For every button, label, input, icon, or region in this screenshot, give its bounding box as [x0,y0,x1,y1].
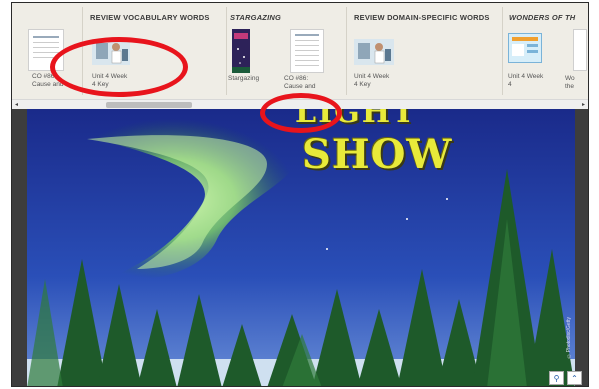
worksheet-icon [295,34,319,66]
group-header-wonders: WONDERS OF TH [509,13,576,22]
resource-caption[interactable]: Wo the [565,75,575,91]
viewer-controls: ⚲ ⌃ [549,371,582,385]
photo-credit: ©Photodisc/Getty [566,316,572,358]
group-header-stargazing: STARGAZING [230,13,282,22]
resource-thumbnail[interactable] [508,33,542,63]
book-title: SHOW [302,131,453,178]
resource-thumbnail[interactable] [573,29,587,71]
resource-caption[interactable]: Stargazing [228,75,259,83]
scroll-right-arrow-icon[interactable]: ▸ [582,101,585,108]
resource-caption[interactable]: CO #86: Cause and [284,75,315,91]
resource-caption[interactable]: Unit 4 Week 4 [508,73,543,89]
annotation-circle-scrollbar [260,93,342,133]
book-cover-icon [232,29,250,73]
group-header-review-domain-words: REVIEW DOMAIN-SPECIFIC WORDS [354,13,490,22]
presentation-icon [512,37,538,56]
resource-thumbnail[interactable] [290,29,324,73]
resource-thumbnail[interactable] [354,29,394,69]
annotation-circle-vocabulary [50,37,188,97]
group-divider [226,7,227,95]
book-viewer: LIGHT SHOW ©Photodisc/Getty ⚲ ⌃ [12,109,588,386]
group-divider [502,7,503,95]
book-cover-page: LIGHT SHOW ©Photodisc/Getty [27,109,575,386]
scroll-left-arrow-icon[interactable]: ◂ [15,101,18,108]
classroom-photo-icon [354,39,394,65]
collapse-chevron-icon[interactable]: ⌃ [567,371,582,385]
group-header-review-vocabulary: REVIEW VOCABULARY WORDS [90,13,210,22]
zoom-icon[interactable]: ⚲ [549,371,564,385]
lesson-window: REVIEW VOCABULARY WORDS STARGAZING REVIE… [11,2,589,387]
aurora-forest-illustration [27,109,575,386]
group-divider [346,7,347,95]
resource-thumbnail[interactable] [232,29,250,73]
resource-caption[interactable]: Unit 4 Week 4 Key [354,73,389,89]
scrollbar-thumb[interactable] [106,102,192,108]
